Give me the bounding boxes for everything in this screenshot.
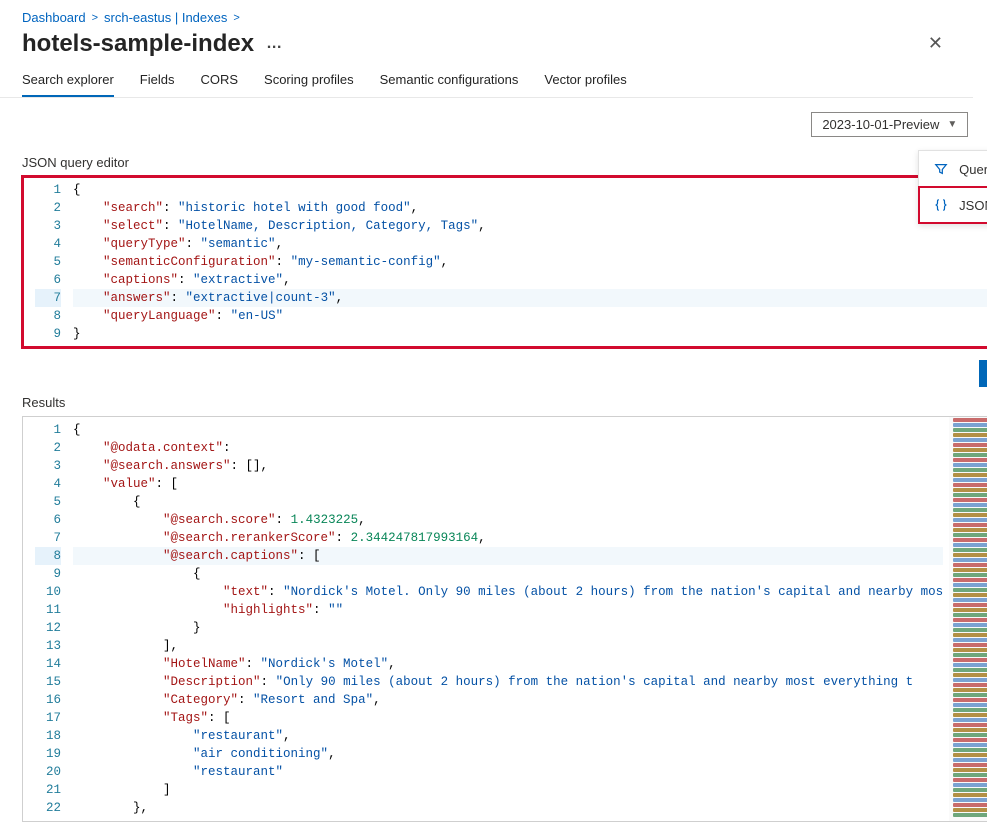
breadcrumb: Dashboard > srch-eastus | Indexes > (0, 0, 987, 27)
tab-semantic-configurations[interactable]: Semantic configurations (380, 72, 519, 97)
tab-fields[interactable]: Fields (140, 72, 175, 97)
close-button[interactable]: ✕ (920, 29, 951, 58)
breadcrumb-dashboard[interactable]: Dashboard (22, 10, 86, 25)
more-actions-button[interactable]: … (266, 35, 283, 53)
view-menu-query[interactable]: Query view (919, 151, 987, 187)
tab-search-explorer[interactable]: Search explorer (22, 72, 114, 97)
search-button[interactable]: Search (979, 360, 987, 387)
chevron-right-icon: > (90, 12, 100, 24)
braces-icon (933, 197, 949, 213)
results-label: Results (22, 391, 987, 416)
results-editor[interactable]: 12345678910111213141516171819202122{ "@o… (23, 417, 949, 821)
page-title: hotels-sample-index … (22, 30, 283, 58)
json-query-editor[interactable]: 123456789{ "search": "historic hotel wit… (22, 176, 987, 348)
page-title-text: hotels-sample-index (22, 30, 254, 58)
query-editor-label: JSON query editor (22, 151, 987, 176)
filter-icon (933, 161, 949, 177)
chevron-down-icon: ▼ (947, 119, 957, 130)
chevron-right-icon: > (231, 12, 241, 24)
view-menu-json[interactable]: JSON view (919, 187, 987, 223)
tabs: Search explorer Fields CORS Scoring prof… (0, 72, 973, 98)
minimap[interactable] (949, 417, 987, 821)
results-panel: 12345678910111213141516171819202122{ "@o… (22, 416, 987, 822)
view-toggle-button[interactable]: View ▼ (982, 113, 987, 137)
view-menu-query-label: Query view (959, 162, 987, 177)
tab-cors[interactable]: CORS (200, 72, 238, 97)
tab-vector-profiles[interactable]: Vector profiles (544, 72, 626, 97)
view-dropdown-menu: Query view JSON view (918, 150, 987, 224)
api-version-select[interactable]: 2023-10-01-Preview ▼ (811, 112, 968, 137)
action-row: 2023-10-01-Preview ▼ View ▼ (22, 98, 987, 151)
breadcrumb-resource[interactable]: srch-eastus | Indexes (104, 10, 227, 25)
view-menu-json-label: JSON view (959, 198, 987, 213)
api-version-value: 2023-10-01-Preview (822, 117, 939, 132)
tab-scoring-profiles[interactable]: Scoring profiles (264, 72, 354, 97)
